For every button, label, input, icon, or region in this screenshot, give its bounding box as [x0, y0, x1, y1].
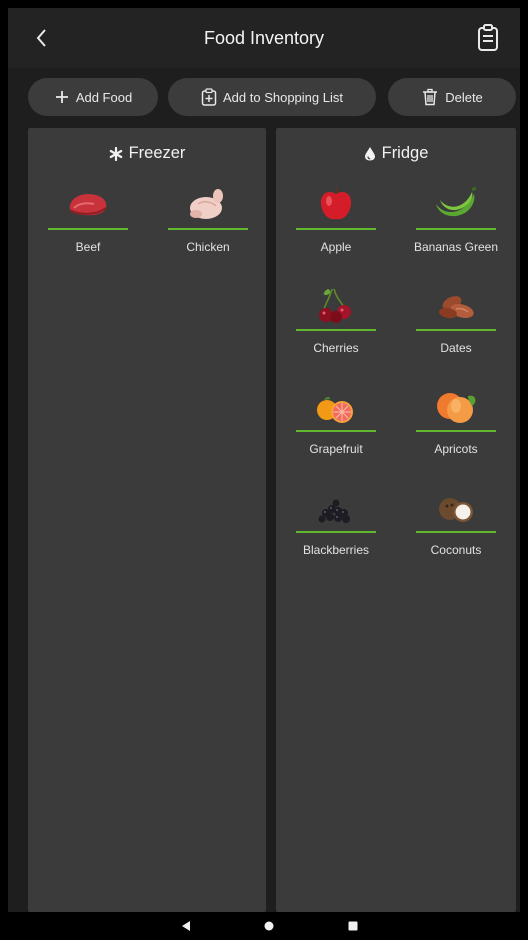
food-item-dates[interactable]: Dates	[416, 285, 496, 375]
food-item-bar	[416, 430, 496, 432]
system-navigation-bar	[0, 912, 528, 940]
plus-icon	[55, 91, 68, 103]
food-item-label: Apple	[320, 240, 352, 254]
food-item-label: Coconuts	[430, 543, 482, 557]
food-item-label: Beef	[75, 240, 101, 254]
freezer-title-label: Freezer	[128, 144, 186, 162]
food-item-label: Chicken	[186, 240, 230, 254]
food-item-bar	[296, 430, 376, 432]
food-item-label: Dates	[440, 341, 472, 355]
toolbar: Add Food Add to Shopping List Delete	[8, 78, 520, 118]
chicken-icon	[190, 189, 223, 219]
apricots-icon	[437, 393, 476, 423]
nav-home-icon[interactable]	[264, 921, 274, 931]
banana-icon	[436, 186, 477, 217]
food-item-apple[interactable]: Apple	[296, 184, 376, 274]
food-item-apricots[interactable]: Apricots	[416, 386, 496, 476]
add-to-shopping-list-button[interactable]: Add to Shopping List	[168, 78, 376, 116]
food-item-bar	[416, 329, 496, 331]
blackberries-icon	[318, 499, 350, 523]
food-item-label: Bananas Green	[413, 240, 499, 254]
fridge-panel: Fridge Apple Bananas Green Cherries Date…	[276, 128, 516, 912]
grapefruit-icon	[317, 396, 353, 423]
dates-icon	[439, 296, 474, 319]
food-item-grapefruit[interactable]: Grapefruit	[296, 386, 376, 476]
food-item-label: Apricots	[434, 442, 478, 456]
add-to-shopping-list-label: Add to Shopping List	[223, 89, 343, 105]
coconut-icon	[439, 498, 473, 522]
add-food-label: Add Food	[75, 89, 133, 105]
freezer-panel: Freezer Beef Chicken	[28, 128, 266, 912]
fridge-title-label: Fridge	[381, 144, 429, 162]
app-window: Food Inventory Add Food Add to Shopping …	[8, 8, 520, 912]
food-item-bar	[416, 531, 496, 533]
cherries-icon	[319, 288, 351, 323]
food-item-label: Cherries	[313, 341, 359, 355]
nav-recents-icon[interactable]	[348, 921, 358, 931]
food-item-chicken[interactable]: Chicken	[168, 184, 248, 274]
food-item-bar	[168, 228, 248, 230]
page-title: Food Inventory	[203, 28, 325, 48]
food-item-bananas-green[interactable]: Bananas Green	[414, 184, 498, 274]
clipboard-plus-icon	[201, 88, 217, 106]
food-item-bar	[296, 329, 376, 331]
clipboard-button[interactable]	[474, 23, 502, 53]
delete-label: Delete	[445, 89, 483, 105]
food-item-beef[interactable]: Beef	[48, 184, 128, 274]
beef-icon	[69, 194, 107, 216]
food-item-coconuts[interactable]: Coconuts	[416, 487, 496, 577]
food-item-bar	[296, 228, 376, 230]
header-bar: Food Inventory	[8, 8, 520, 68]
food-item-label: Blackberries	[302, 543, 370, 557]
food-item-blackberries[interactable]: Blackberries	[296, 487, 376, 577]
add-food-button[interactable]: Add Food	[28, 78, 158, 116]
apple-icon	[320, 186, 352, 220]
droplet-icon	[364, 147, 375, 161]
food-item-cherries[interactable]: Cherries	[296, 285, 376, 375]
food-item-bar	[48, 228, 128, 230]
food-item-bar	[296, 531, 376, 533]
snowflake-icon	[109, 146, 122, 161]
food-item-label: Grapefruit	[309, 442, 363, 456]
clipboard-icon	[478, 24, 498, 51]
fridge-title: Fridge	[276, 144, 516, 163]
trash-icon	[423, 88, 438, 106]
nav-back-icon[interactable]	[180, 920, 192, 932]
delete-button[interactable]: Delete	[388, 78, 516, 116]
food-item-bar	[416, 228, 496, 230]
freezer-title: Freezer	[28, 144, 266, 163]
